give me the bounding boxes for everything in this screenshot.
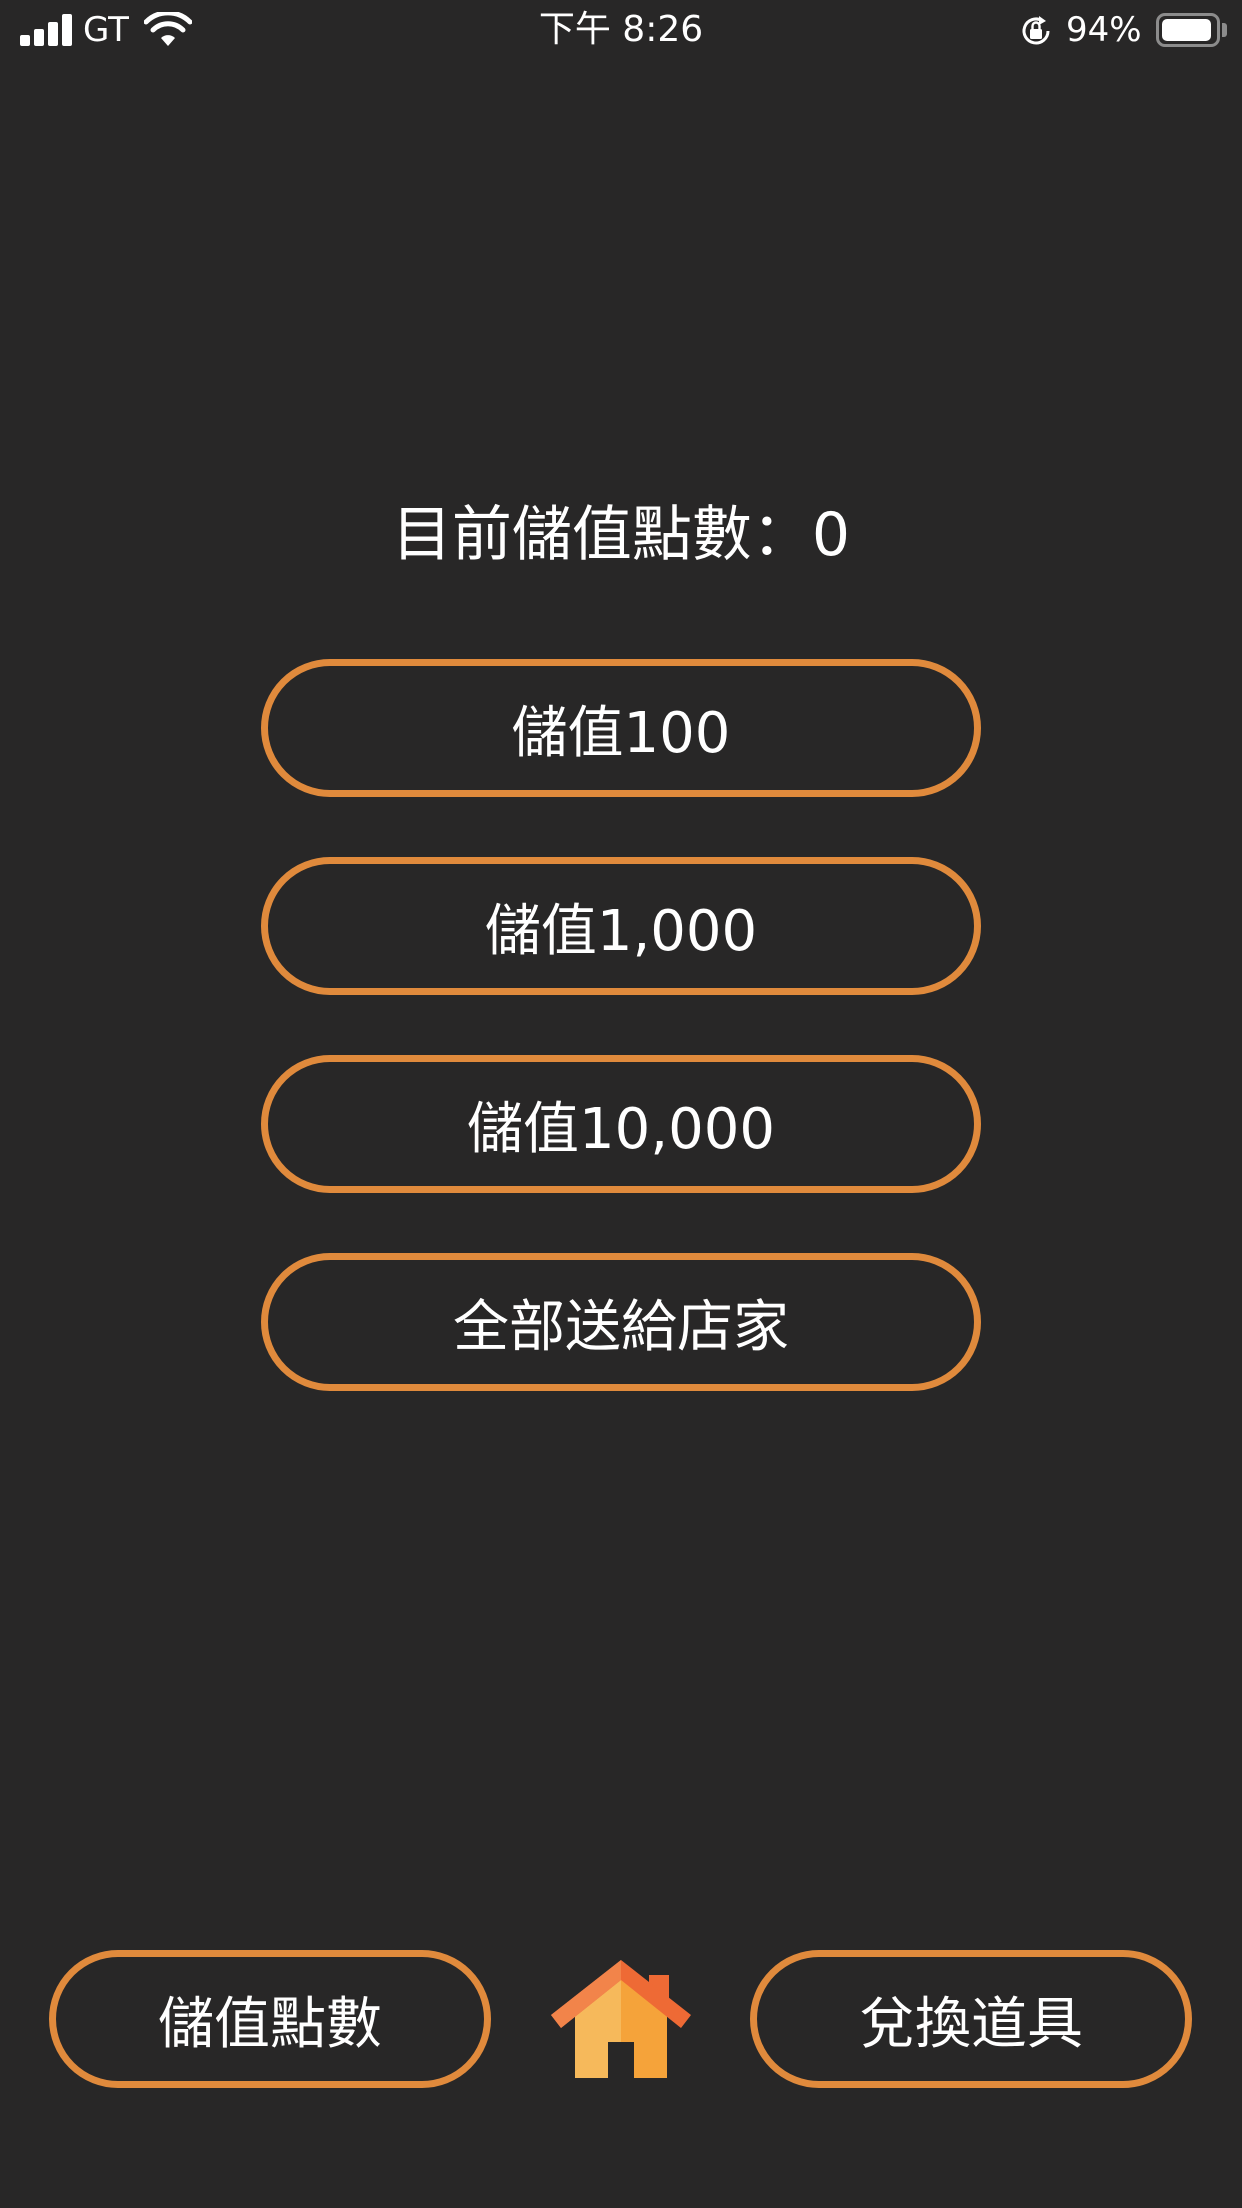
battery-nub	[1222, 23, 1227, 37]
battery-percentage: 94%	[1066, 10, 1142, 50]
battery-icon	[1156, 13, 1220, 47]
status-time: 下午 8:26	[538, 9, 704, 50]
topup-1000-button[interactable]: 儲值1,000	[261, 857, 981, 995]
rotation-lock-icon	[1022, 16, 1050, 45]
home-icon[interactable]	[551, 1960, 691, 2080]
give-all-to-store-button[interactable]: 全部送給店家	[261, 1253, 981, 1391]
store-points-nav-button[interactable]: 儲值點數	[49, 1950, 491, 2088]
battery-level	[1162, 19, 1211, 41]
current-points-label: 目前儲值點數：0	[391, 500, 851, 570]
status-bar: GT 下午 8:26 94%	[0, 0, 1242, 62]
redeem-items-nav-button[interactable]: 兌換道具	[750, 1950, 1192, 2088]
topup-10000-button[interactable]: 儲值10,000	[261, 1055, 981, 1193]
topup-100-button[interactable]: 儲值100	[261, 659, 981, 797]
